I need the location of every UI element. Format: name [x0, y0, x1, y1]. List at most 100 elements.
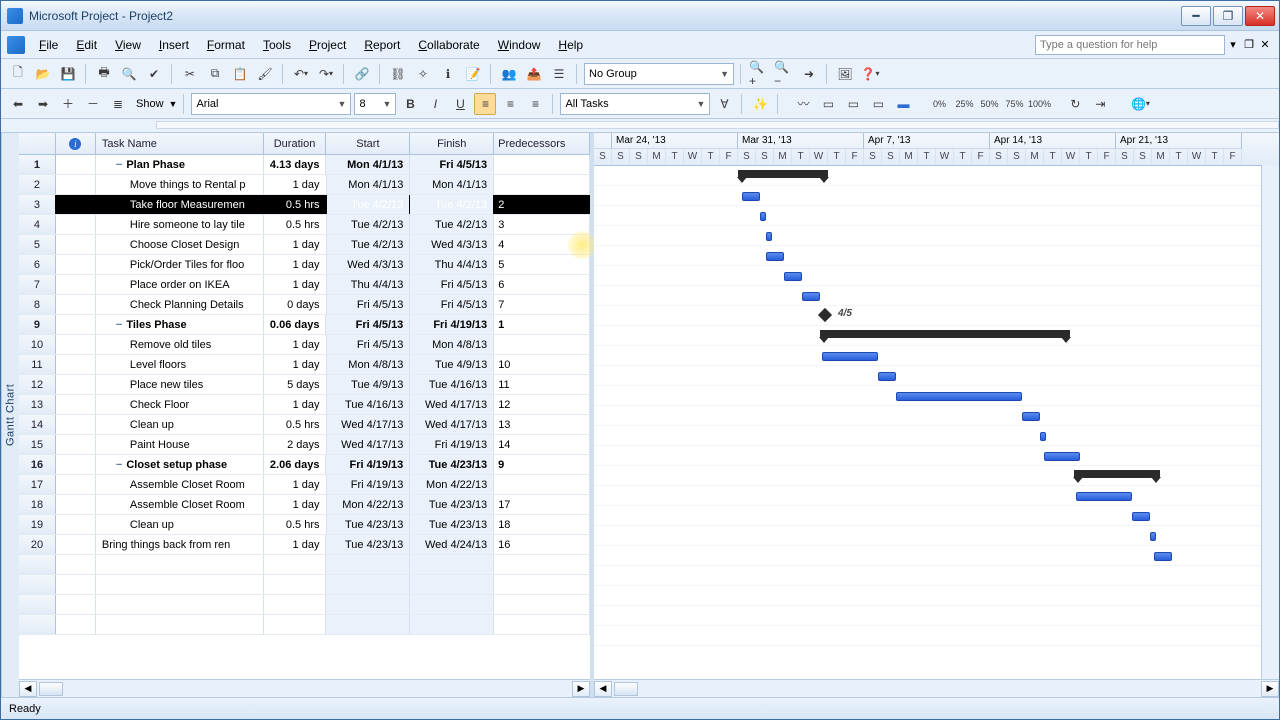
outdent-left-icon[interactable]: ⬅: [7, 93, 29, 115]
align-right-icon[interactable]: ≡: [524, 93, 546, 115]
start-cell[interactable]: Fri 4/19/13: [326, 455, 410, 474]
duration-cell[interactable]: 5 days: [264, 375, 327, 394]
gantt-vscroll[interactable]: [1261, 165, 1279, 679]
row-id[interactable]: 5: [19, 235, 56, 254]
row-id[interactable]: 12: [19, 375, 56, 394]
table-row[interactable]: 16−Closet setup phase2.06 daysFri 4/19/1…: [19, 455, 590, 475]
gantt-scroll-right-icon[interactable]: ▶: [1261, 681, 1279, 697]
row-id[interactable]: 6: [19, 255, 56, 274]
task-bar[interactable]: [784, 272, 802, 281]
help-dropdown-icon[interactable]: ▾: [1225, 38, 1241, 51]
pred-cell[interactable]: [494, 475, 590, 494]
row-info[interactable]: [56, 235, 96, 254]
task-name-cell[interactable]: Choose Closet Design: [96, 235, 264, 254]
week-header[interactable]: Apr 14, '13: [990, 133, 1116, 149]
underline-icon[interactable]: U: [449, 93, 471, 115]
scroll-thumb[interactable]: [39, 682, 63, 696]
task-name-cell[interactable]: Paint House: [96, 435, 264, 454]
task-name-cell[interactable]: Hire someone to lay tile: [96, 215, 264, 234]
gantt-row[interactable]: [594, 226, 1279, 246]
gantt-row[interactable]: 4/5: [594, 306, 1279, 326]
publish-icon[interactable]: 📤: [523, 63, 545, 85]
duration-cell[interactable]: 1 day: [264, 495, 327, 514]
pred-cell[interactable]: 1: [494, 315, 590, 334]
unlink-icon[interactable]: ⛓: [387, 63, 409, 85]
task-bar[interactable]: [742, 192, 760, 201]
task-bar[interactable]: [1076, 492, 1132, 501]
note-icon[interactable]: 📝: [462, 63, 484, 85]
finish-cell[interactable]: Thu 4/4/13: [410, 255, 494, 274]
task-name-cell[interactable]: Place new tiles: [96, 375, 264, 394]
pred-cell[interactable]: 7: [494, 295, 590, 314]
finish-cell[interactable]: Wed 4/17/13: [410, 395, 494, 414]
pred-cell[interactable]: 4: [494, 235, 590, 254]
row-id[interactable]: 3: [19, 195, 56, 214]
row-info[interactable]: [56, 315, 96, 334]
collapse-icon[interactable]: −: [116, 459, 122, 471]
duration-cell[interactable]: 1 day: [264, 335, 327, 354]
row-id[interactable]: 15: [19, 435, 56, 454]
task-name-cell[interactable]: Take floor Measuremen: [96, 195, 264, 214]
pred-cell[interactable]: [494, 335, 590, 354]
finish-cell[interactable]: Tue 4/23/13: [410, 495, 494, 514]
duration-cell[interactable]: 2.06 days: [264, 455, 327, 474]
duration-cell[interactable]: 1 day: [264, 475, 327, 494]
open-icon[interactable]: 📂: [32, 63, 54, 85]
duration-cell[interactable]: 0.5 hrs: [264, 415, 327, 434]
pred-cell[interactable]: 13: [494, 415, 590, 434]
task-bar[interactable]: [802, 292, 820, 301]
scroll-right-icon[interactable]: ▶: [572, 681, 590, 697]
finish-cell[interactable]: Mon 4/8/13: [410, 335, 494, 354]
task-bar[interactable]: [822, 352, 878, 361]
pred-cell[interactable]: 12: [494, 395, 590, 414]
duration-cell[interactable]: 2 days: [264, 435, 327, 454]
task-name-cell[interactable]: Clean up: [96, 415, 264, 434]
align-left-icon[interactable]: ≡: [474, 93, 496, 115]
col-info[interactable]: i: [56, 133, 96, 154]
p50-icon[interactable]: 50%: [978, 93, 1000, 115]
collapse-icon[interactable]: −: [116, 159, 122, 171]
t1-icon[interactable]: ▭: [817, 93, 839, 115]
week-header[interactable]: Apr 7, '13: [864, 133, 990, 149]
menu-help[interactable]: Help: [550, 34, 591, 56]
row-id[interactable]: 8: [19, 295, 56, 314]
close-button[interactable]: ✕: [1245, 6, 1275, 26]
copy-picture-icon[interactable]: 🖼: [834, 63, 856, 85]
milestone-icon[interactable]: [818, 308, 832, 322]
menu-view[interactable]: View: [107, 34, 149, 56]
task-name-cell[interactable]: Remove old tiles: [96, 335, 264, 354]
row-id[interactable]: 1: [19, 155, 56, 174]
duration-cell[interactable]: 0.06 days: [264, 315, 327, 334]
table-hscroll[interactable]: ◀ ▶: [19, 679, 590, 697]
row-info[interactable]: [56, 535, 96, 554]
task-bar[interactable]: [1154, 552, 1172, 561]
col-task-name[interactable]: Task Name: [96, 133, 264, 154]
row-id[interactable]: 16: [19, 455, 56, 474]
duration-cell[interactable]: 0.5 hrs: [264, 515, 327, 534]
menu-edit[interactable]: Edit: [68, 34, 105, 56]
finish-cell[interactable]: Mon 4/1/13: [410, 175, 494, 194]
collab-icon[interactable]: 🌐▾: [1129, 93, 1151, 115]
col-predecessors[interactable]: Predecessors: [494, 133, 590, 154]
row-id[interactable]: 2: [19, 175, 56, 194]
col-duration[interactable]: Duration: [264, 133, 327, 154]
start-cell[interactable]: Tue 4/16/13: [327, 395, 411, 414]
gantt-scroll-left-icon[interactable]: ◀: [594, 681, 612, 697]
finish-cell[interactable]: Fri 4/19/13: [410, 435, 494, 454]
start-cell[interactable]: Tue 4/2/13: [327, 235, 411, 254]
pred-cell[interactable]: 14: [494, 435, 590, 454]
finish-cell[interactable]: Tue 4/23/13: [410, 455, 494, 474]
table-row[interactable]: 7Place order on IKEA1 dayThu 4/4/13Fri 4…: [19, 275, 590, 295]
autofilter-icon[interactable]: ∀: [713, 93, 735, 115]
table-row[interactable]: 18Assemble Closet Room1 dayMon 4/22/13Tu…: [19, 495, 590, 515]
split-icon[interactable]: ✧: [412, 63, 434, 85]
gantt-row[interactable]: [594, 446, 1279, 466]
col-finish[interactable]: Finish: [410, 133, 494, 154]
start-cell[interactable]: Fri 4/5/13: [327, 335, 411, 354]
pred-cell[interactable]: 18: [494, 515, 590, 534]
task-name-cell[interactable]: −Tiles Phase: [96, 315, 264, 334]
row-info[interactable]: [56, 175, 96, 194]
start-cell[interactable]: Wed 4/3/13: [327, 255, 411, 274]
collapse-icon[interactable]: −: [116, 319, 122, 331]
outline-icon[interactable]: ≣: [107, 93, 129, 115]
